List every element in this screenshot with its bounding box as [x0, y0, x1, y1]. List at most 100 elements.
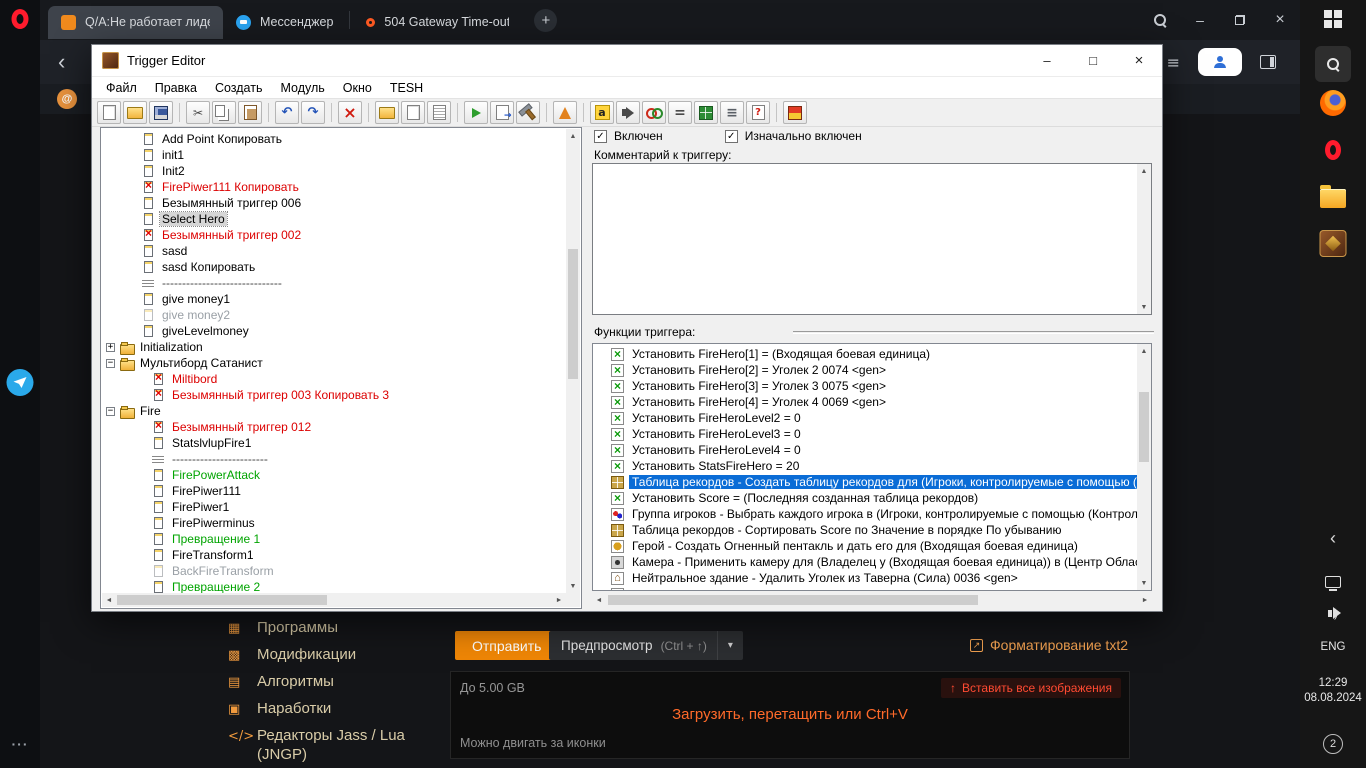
build-button[interactable]: [516, 101, 540, 124]
forum-menu-algorithms[interactable]: ▤ Алгоритмы: [228, 672, 433, 692]
browser-restore-button[interactable]: [1220, 0, 1260, 40]
terrain-button[interactable]: [694, 101, 718, 124]
copy-button[interactable]: [212, 101, 236, 124]
menu-item-0[interactable]: Файл: [97, 79, 146, 97]
function-row[interactable]: Нейтральное здание - Удалить Уголек из Т…: [593, 570, 1137, 586]
new-comment-button[interactable]: [427, 101, 451, 124]
redo-button[interactable]: [301, 101, 325, 124]
function-row[interactable]: Установить StatsFireHero = 20: [593, 458, 1137, 474]
functions-vertical-scrollbar[interactable]: ▲ ▼: [1137, 344, 1151, 590]
taskbar-search-button[interactable]: [1315, 46, 1351, 82]
preview-button[interactable]: Предпросмотр (Ctrl + ↑) ▾: [549, 631, 743, 660]
forum-menu-programs[interactable]: ▦ Программы: [228, 618, 433, 638]
paste-all-images-button[interactable]: ↑ Вставить все изображения: [941, 678, 1121, 698]
function-row[interactable]: Таблица рекордов - Создать таблицу рекор…: [593, 474, 1137, 490]
browser-close-button[interactable]: ×: [1260, 0, 1300, 40]
menu-item-5[interactable]: TESH: [381, 79, 432, 97]
scroll-down-icon[interactable]: ▼: [1137, 300, 1151, 314]
equals-button[interactable]: [668, 101, 692, 124]
run-button[interactable]: [464, 101, 488, 124]
splitter-line[interactable]: [793, 330, 1154, 334]
taskbar-firefox-button[interactable]: [1320, 90, 1346, 116]
scroll-down-icon[interactable]: ▼: [566, 579, 580, 593]
undo-button[interactable]: [275, 101, 299, 124]
taskbar-opera-button[interactable]: [1325, 140, 1341, 160]
function-row[interactable]: Установить FireHero[3] = Уголек 3 0075 <…: [593, 378, 1137, 394]
function-row[interactable]: Герой - Создать Огненный пентакль и дать…: [593, 538, 1137, 554]
bookmark-at-icon[interactable]: @: [57, 89, 77, 109]
scroll-left-icon[interactable]: ◄: [102, 593, 116, 607]
scroll-up-icon[interactable]: ▲: [1137, 344, 1151, 358]
tree-folder[interactable]: + Initialization: [102, 339, 566, 355]
tree-item[interactable]: FirePiwer1: [102, 499, 566, 515]
new-category-button[interactable]: [375, 101, 399, 124]
save-button[interactable]: [149, 101, 173, 124]
cut-button[interactable]: [186, 101, 210, 124]
functions-horizontal-scrollbar[interactable]: ◄ ►: [592, 593, 1152, 607]
tree-item[interactable]: Miltibord: [102, 370, 566, 387]
tree-item[interactable]: Безымянный триггер 006: [102, 195, 566, 211]
convert-button[interactable]: [490, 101, 514, 124]
tree-item[interactable]: FireTransform1: [102, 547, 566, 563]
sound-button[interactable]: [616, 101, 640, 124]
function-row[interactable]: Установить FireHeroLevel4 = 0: [593, 442, 1137, 458]
comment-scrollbar[interactable]: ▲ ▼: [1137, 164, 1151, 314]
formatting-link[interactable]: ↗ Форматирование txt2: [970, 637, 1128, 653]
tree-item[interactable]: FirePiwer111: [102, 483, 566, 499]
function-row[interactable]: Установить FireHero[2] = Уголек 2 0074 <…: [593, 362, 1137, 378]
reading-list-icon[interactable]: ≡: [1167, 53, 1180, 72]
initially-on-checkbox[interactable]: ✓: [724, 129, 738, 143]
scrollbar-thumb[interactable]: [608, 595, 978, 605]
scroll-right-icon[interactable]: ►: [552, 593, 566, 607]
tree-item[interactable]: StatslvlupFire1: [102, 435, 566, 451]
tab-messenger[interactable]: Мессенджер: [223, 6, 346, 39]
tree-item[interactable]: sasd Копировать: [102, 259, 566, 275]
telegram-sidebar-button[interactable]: [6, 369, 34, 396]
comment-textarea[interactable]: [593, 164, 1137, 314]
collapse-icon[interactable]: −: [106, 358, 115, 368]
back-button[interactable]: ‹: [58, 51, 65, 73]
function-row[interactable]: Установить FireHeroLevel2 = 0: [593, 410, 1137, 426]
initially-on-checkbox-group[interactable]: ✓ Изначально включен: [724, 129, 862, 143]
submit-button[interactable]: Отправить: [455, 631, 559, 660]
minimize-button[interactable]: –: [1024, 45, 1070, 76]
display-tray-icon[interactable]: [1325, 576, 1341, 591]
close-button[interactable]: ×: [1116, 45, 1162, 76]
tree-item[interactable]: Select Hero: [102, 211, 566, 227]
enabled-checkbox[interactable]: ✓: [594, 129, 607, 143]
forum-menu-modifications[interactable]: ▩ Модификации: [228, 645, 433, 665]
text-button[interactable]: [590, 101, 614, 124]
keyboard-language-indicator[interactable]: ENG: [1321, 640, 1346, 655]
menu-item-3[interactable]: Модуль: [271, 79, 333, 97]
tree-item[interactable]: give money2: [102, 307, 566, 323]
tree-item[interactable]: giveLevelmoney: [102, 323, 566, 339]
tree-item[interactable]: FirePiwerminus: [102, 515, 566, 531]
scrollbar-thumb[interactable]: [117, 595, 327, 605]
tree-vertical-scrollbar[interactable]: ▲ ▼: [566, 129, 580, 593]
scrollbar-thumb[interactable]: [1139, 392, 1149, 462]
scroll-down-icon[interactable]: ▼: [1137, 576, 1151, 590]
scroll-left-icon[interactable]: ◄: [592, 593, 606, 607]
function-row[interactable]: [593, 586, 1137, 590]
tree-item[interactable]: Безымянный триггер 002: [102, 226, 566, 243]
tree-item[interactable]: Безымянный триггер 012: [102, 418, 566, 435]
scrollbar-thumb[interactable]: [568, 249, 578, 379]
taskbar-world-editor-button[interactable]: [1319, 230, 1347, 257]
tree-item[interactable]: Init2: [102, 163, 566, 179]
tab-qa[interactable]: Q/A:Не работает лидербо: [48, 5, 223, 39]
collapse-icon[interactable]: −: [106, 406, 115, 416]
volume-tray-icon[interactable]: ): [1328, 606, 1341, 620]
profile-button[interactable]: [1198, 48, 1242, 76]
scroll-right-icon[interactable]: ►: [1138, 593, 1152, 607]
tree-item[interactable]: FirePiwer111 Копировать: [102, 178, 566, 195]
scroll-up-icon[interactable]: ▲: [566, 129, 580, 143]
forum-menu-works[interactable]: ▣ Наработки: [228, 699, 433, 719]
tower-button[interactable]: [553, 101, 577, 124]
window-titlebar[interactable]: Trigger Editor – □ ×: [92, 45, 1162, 77]
new-tab-button[interactable]: +: [534, 8, 558, 32]
expand-icon[interactable]: +: [106, 342, 115, 352]
tab-gateway-timeout[interactable]: 504 Gateway Time-out: [353, 6, 522, 39]
taskbar-explorer-button[interactable]: [1320, 185, 1346, 208]
scroll-up-icon[interactable]: ▲: [1137, 164, 1151, 178]
function-row[interactable]: Установить FireHeroLevel3 = 0: [593, 426, 1137, 442]
